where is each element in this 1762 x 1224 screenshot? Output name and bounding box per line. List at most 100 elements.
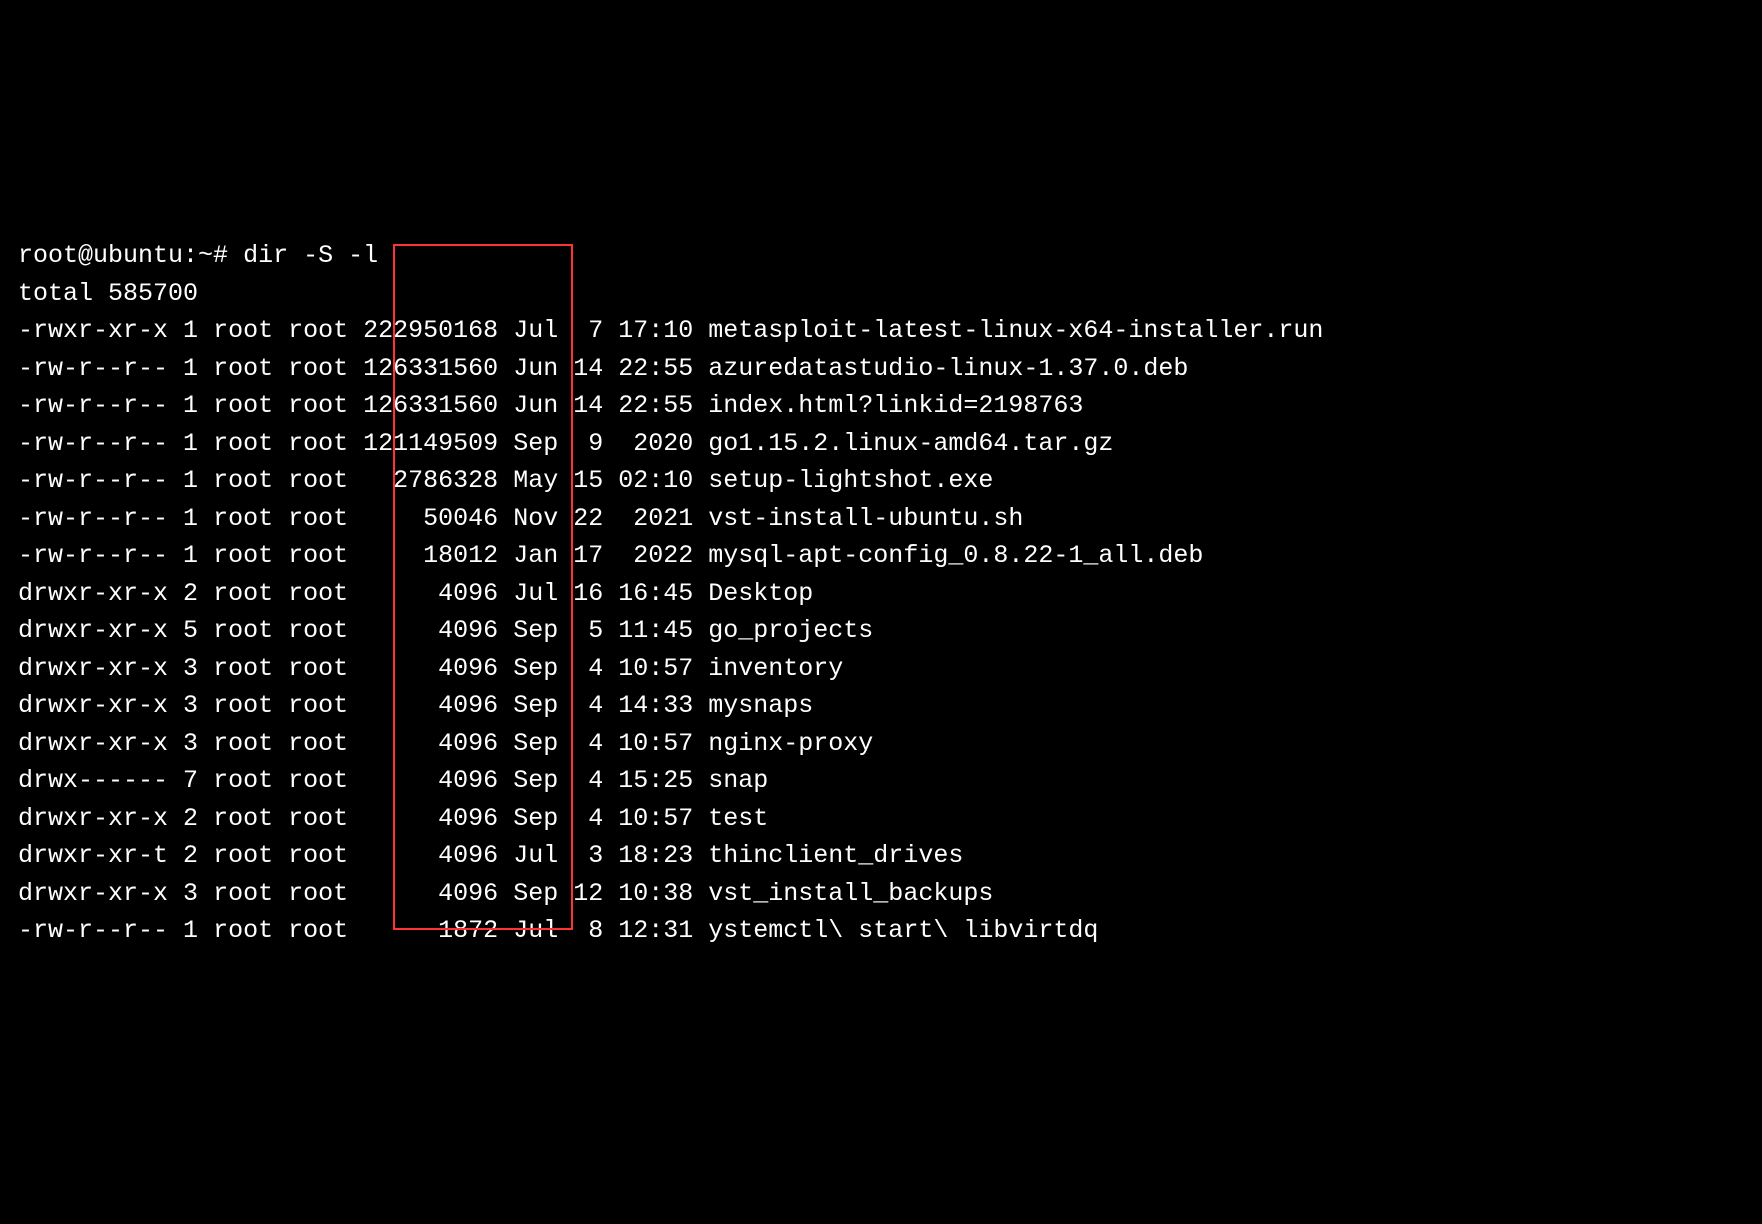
file-size: 126331560	[363, 354, 498, 383]
file-owner: root	[213, 541, 273, 570]
shell-command: dir -S -l	[243, 241, 378, 270]
file-entry: -rw-r--r-- 1 root root 2786328 May 15 02…	[18, 462, 1744, 500]
prompt-line: root@ubuntu:~# dir -S -l	[18, 237, 1744, 275]
file-name: setup-lightshot.exe	[708, 466, 993, 495]
file-links: 1	[183, 429, 198, 458]
file-group: root	[288, 579, 348, 608]
file-perms: drwxr-xr-x	[18, 804, 168, 833]
file-links: 1	[183, 354, 198, 383]
file-time: 22:55	[618, 391, 693, 420]
file-entry: -rw-r--r-- 1 root root 50046 Nov 22 2021…	[18, 500, 1744, 538]
file-day: 8	[573, 916, 603, 945]
file-links: 3	[183, 729, 198, 758]
total-line: total 585700	[18, 275, 1744, 313]
file-name: go1.15.2.linux-amd64.tar.gz	[708, 429, 1113, 458]
file-month: Jul	[513, 916, 558, 945]
file-time: 11:45	[618, 616, 693, 645]
file-links: 1	[183, 316, 198, 345]
file-size: 50046	[363, 504, 498, 533]
file-day: 5	[573, 616, 603, 645]
file-day: 17	[573, 541, 603, 570]
file-perms: drwxr-xr-x	[18, 654, 168, 683]
file-day: 22	[573, 504, 603, 533]
file-perms: -rw-r--r--	[18, 429, 168, 458]
file-entry: drwxr-xr-x 3 root root 4096 Sep 4 10:57 …	[18, 650, 1744, 688]
file-links: 2	[183, 841, 198, 870]
file-month: Sep	[513, 729, 558, 758]
file-size: 4096	[363, 879, 498, 908]
file-size: 4096	[363, 841, 498, 870]
file-name: nginx-proxy	[708, 729, 873, 758]
file-perms: -rw-r--r--	[18, 391, 168, 420]
file-group: root	[288, 879, 348, 908]
file-name: index.html?linkid=2198763	[708, 391, 1083, 420]
file-entry: -rw-r--r-- 1 root root 126331560 Jun 14 …	[18, 387, 1744, 425]
file-links: 3	[183, 691, 198, 720]
file-perms: -rw-r--r--	[18, 541, 168, 570]
file-time: 12:31	[618, 916, 693, 945]
file-size: 126331560	[363, 391, 498, 420]
file-name: ystemctl\ start\ libvirtdq	[708, 916, 1098, 945]
file-size: 2786328	[363, 466, 498, 495]
file-name: test	[708, 804, 768, 833]
file-entry: drwxr-xr-t 2 root root 4096 Jul 3 18:23 …	[18, 837, 1744, 875]
file-size: 4096	[363, 804, 498, 833]
file-name: Desktop	[708, 579, 813, 608]
file-group: root	[288, 391, 348, 420]
file-entry: -rw-r--r-- 1 root root 126331560 Jun 14 …	[18, 350, 1744, 388]
file-name: go_projects	[708, 616, 873, 645]
file-group: root	[288, 429, 348, 458]
file-month: Sep	[513, 804, 558, 833]
file-owner: root	[213, 391, 273, 420]
file-links: 1	[183, 916, 198, 945]
file-size: 4096	[363, 691, 498, 720]
file-entry: drwxr-xr-x 2 root root 4096 Jul 16 16:45…	[18, 575, 1744, 613]
file-size: 18012	[363, 541, 498, 570]
file-month: Sep	[513, 654, 558, 683]
file-group: root	[288, 354, 348, 383]
file-perms: -rw-r--r--	[18, 504, 168, 533]
file-links: 1	[183, 466, 198, 495]
file-entry: drwxr-xr-x 5 root root 4096 Sep 5 11:45 …	[18, 612, 1744, 650]
file-size: 1872	[363, 916, 498, 945]
file-group: root	[288, 541, 348, 570]
file-perms: -rw-r--r--	[18, 354, 168, 383]
terminal-output[interactable]: root@ubuntu:~# dir -S -ltotal 585700 -rwx…	[18, 162, 1744, 1025]
file-owner: root	[213, 316, 273, 345]
file-links: 7	[183, 766, 198, 795]
file-time: 14:33	[618, 691, 693, 720]
file-day: 9	[573, 429, 603, 458]
file-month: Jun	[513, 354, 558, 383]
file-owner: root	[213, 429, 273, 458]
file-entry: drwxr-xr-x 3 root root 4096 Sep 12 10:38…	[18, 875, 1744, 913]
file-day: 14	[573, 354, 603, 383]
file-size: 4096	[363, 616, 498, 645]
file-group: root	[288, 691, 348, 720]
file-size: 4096	[363, 654, 498, 683]
file-month: Nov	[513, 504, 558, 533]
file-entry: -rw-r--r-- 1 root root 1872 Jul 8 12:31 …	[18, 912, 1744, 950]
file-owner: root	[213, 654, 273, 683]
file-time: 10:57	[618, 804, 693, 833]
file-time: 18:23	[618, 841, 693, 870]
file-month: Sep	[513, 691, 558, 720]
file-time: 22:55	[618, 354, 693, 383]
file-day: 12	[573, 879, 603, 908]
file-name: mysql-apt-config_0.8.22-1_all.deb	[708, 541, 1203, 570]
file-owner: root	[213, 766, 273, 795]
file-size: 4096	[363, 579, 498, 608]
file-name: snap	[708, 766, 768, 795]
file-day: 14	[573, 391, 603, 420]
file-group: root	[288, 316, 348, 345]
file-size: 121149509	[363, 429, 498, 458]
file-name: mysnaps	[708, 691, 813, 720]
file-time: 02:10	[618, 466, 693, 495]
file-links: 1	[183, 391, 198, 420]
file-owner: root	[213, 729, 273, 758]
file-listing: -rwxr-xr-x 1 root root 222950168 Jul 7 1…	[18, 312, 1744, 950]
file-links: 3	[183, 654, 198, 683]
file-perms: drwxr-xr-x	[18, 729, 168, 758]
file-perms: drwxr-xr-x	[18, 879, 168, 908]
file-perms: -rwxr-xr-x	[18, 316, 168, 345]
file-group: root	[288, 804, 348, 833]
